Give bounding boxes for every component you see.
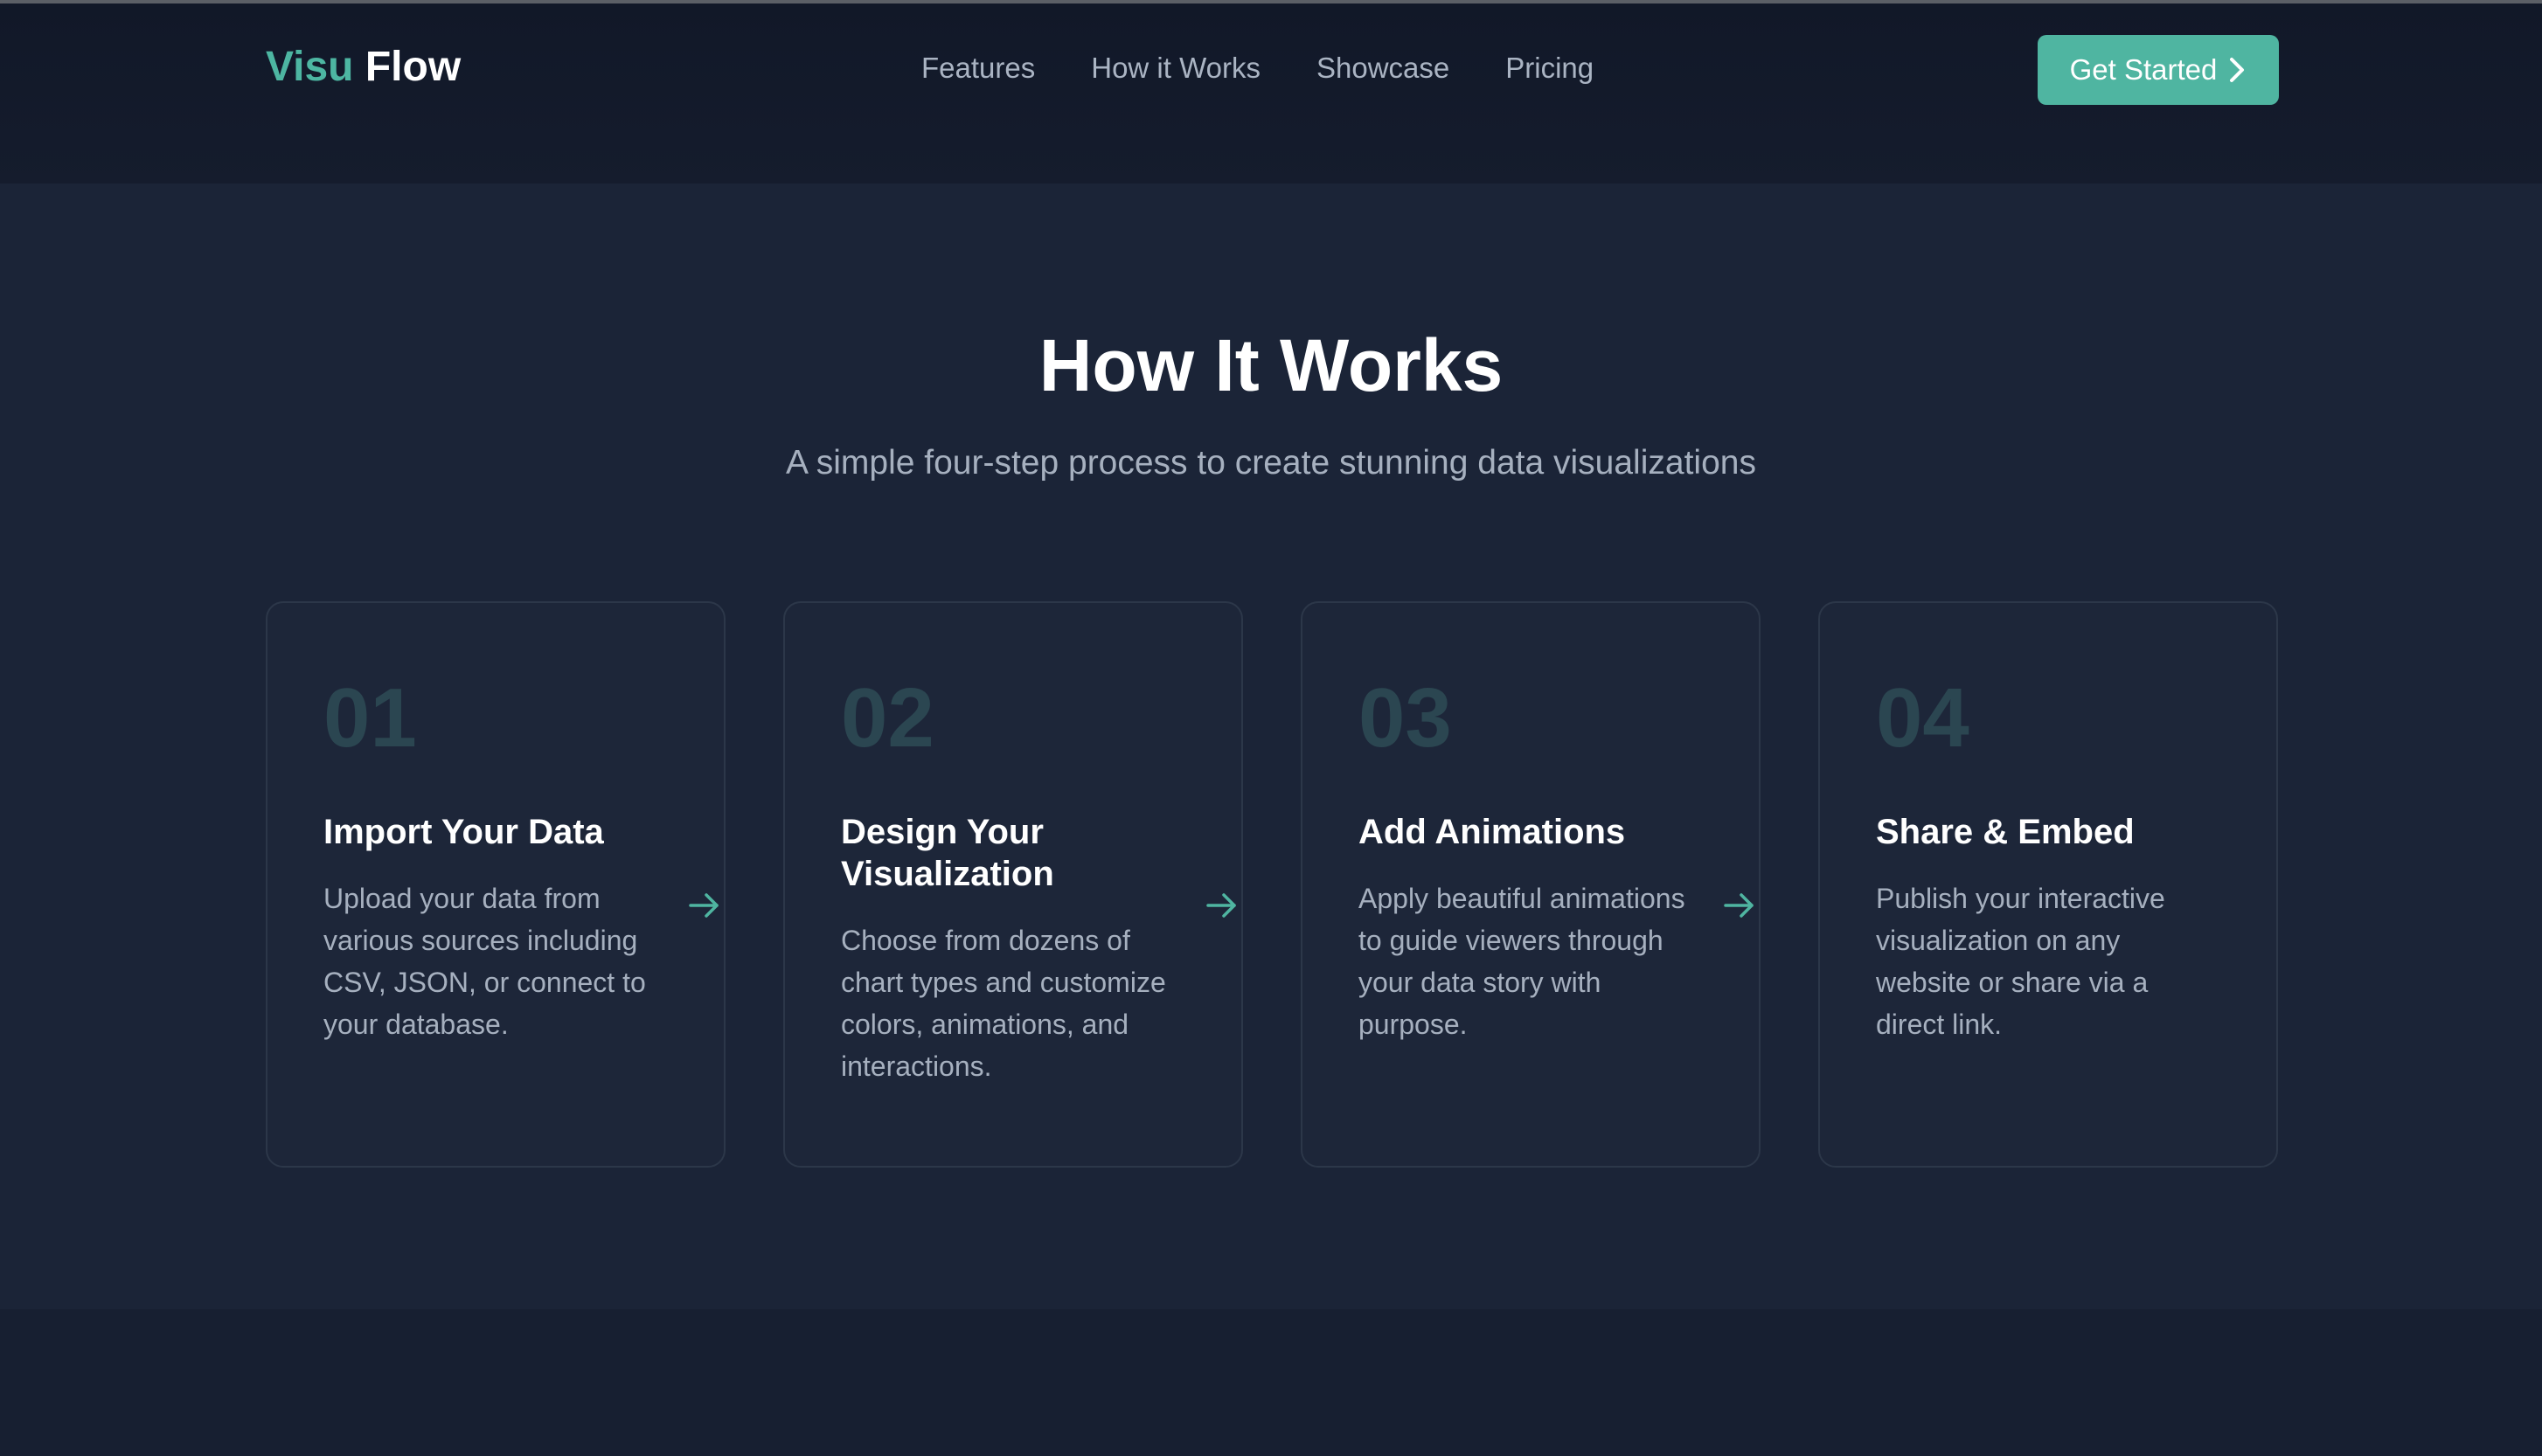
get-started-label: Get Started bbox=[2069, 53, 2218, 86]
step-number: 01 bbox=[323, 671, 417, 765]
next-section-band bbox=[0, 1309, 2542, 1456]
section-subtitle: A simple four-step process to create stu… bbox=[786, 444, 1756, 482]
step-description: Publish your interactive visualization o… bbox=[1876, 883, 2165, 1040]
step-description: Upload your data from various sources in… bbox=[323, 883, 646, 1040]
logo-text-visu: Visu bbox=[266, 44, 354, 90]
step-card-1: 01 Import Your Data Upload your data fro… bbox=[266, 601, 726, 1168]
step-description: Apply beautiful animations to guide view… bbox=[1358, 883, 1685, 1040]
step-description: Choose from dozens of chart types and cu… bbox=[841, 925, 1166, 1082]
arrow-right-icon bbox=[1722, 888, 1757, 923]
step-number: 04 bbox=[1876, 671, 1969, 765]
navbar: Visu Flow Features How it Works Showcase… bbox=[0, 3, 2542, 184]
step-title: Share & Embed bbox=[1876, 813, 2135, 851]
nav-links: Features How it Works Showcase Pricing bbox=[921, 51, 1594, 86]
step-card-4: 04 Share & Embed Publish your interactiv… bbox=[1818, 601, 2278, 1168]
section-title: How It Works bbox=[1038, 324, 1504, 406]
nav-link-features[interactable]: Features bbox=[921, 51, 1035, 86]
logo-text-flow: Flow bbox=[365, 44, 462, 90]
step-number: 02 bbox=[841, 671, 934, 765]
step-title: Add Animations bbox=[1358, 813, 1626, 851]
nav-link-how-it-works[interactable]: How it Works bbox=[1091, 51, 1261, 86]
step-number: 03 bbox=[1358, 671, 1452, 765]
step-title: Design Your Visualization bbox=[841, 813, 1054, 893]
arrow-right-icon bbox=[1205, 888, 1240, 923]
step-card-3: 03 Add Animations Apply beautiful animat… bbox=[1301, 601, 1761, 1168]
nav-link-pricing[interactable]: Pricing bbox=[1505, 51, 1594, 86]
nav-link-showcase[interactable]: Showcase bbox=[1316, 51, 1449, 86]
chevron-right-icon bbox=[2227, 56, 2247, 84]
step-title: Import Your Data bbox=[323, 813, 604, 851]
step-card-2: 02 Design Your Visualization Choose from… bbox=[783, 601, 1243, 1168]
get-started-button[interactable]: Get Started bbox=[2038, 35, 2279, 105]
arrow-right-icon bbox=[687, 888, 722, 923]
logo[interactable]: Visu Flow bbox=[266, 42, 461, 93]
